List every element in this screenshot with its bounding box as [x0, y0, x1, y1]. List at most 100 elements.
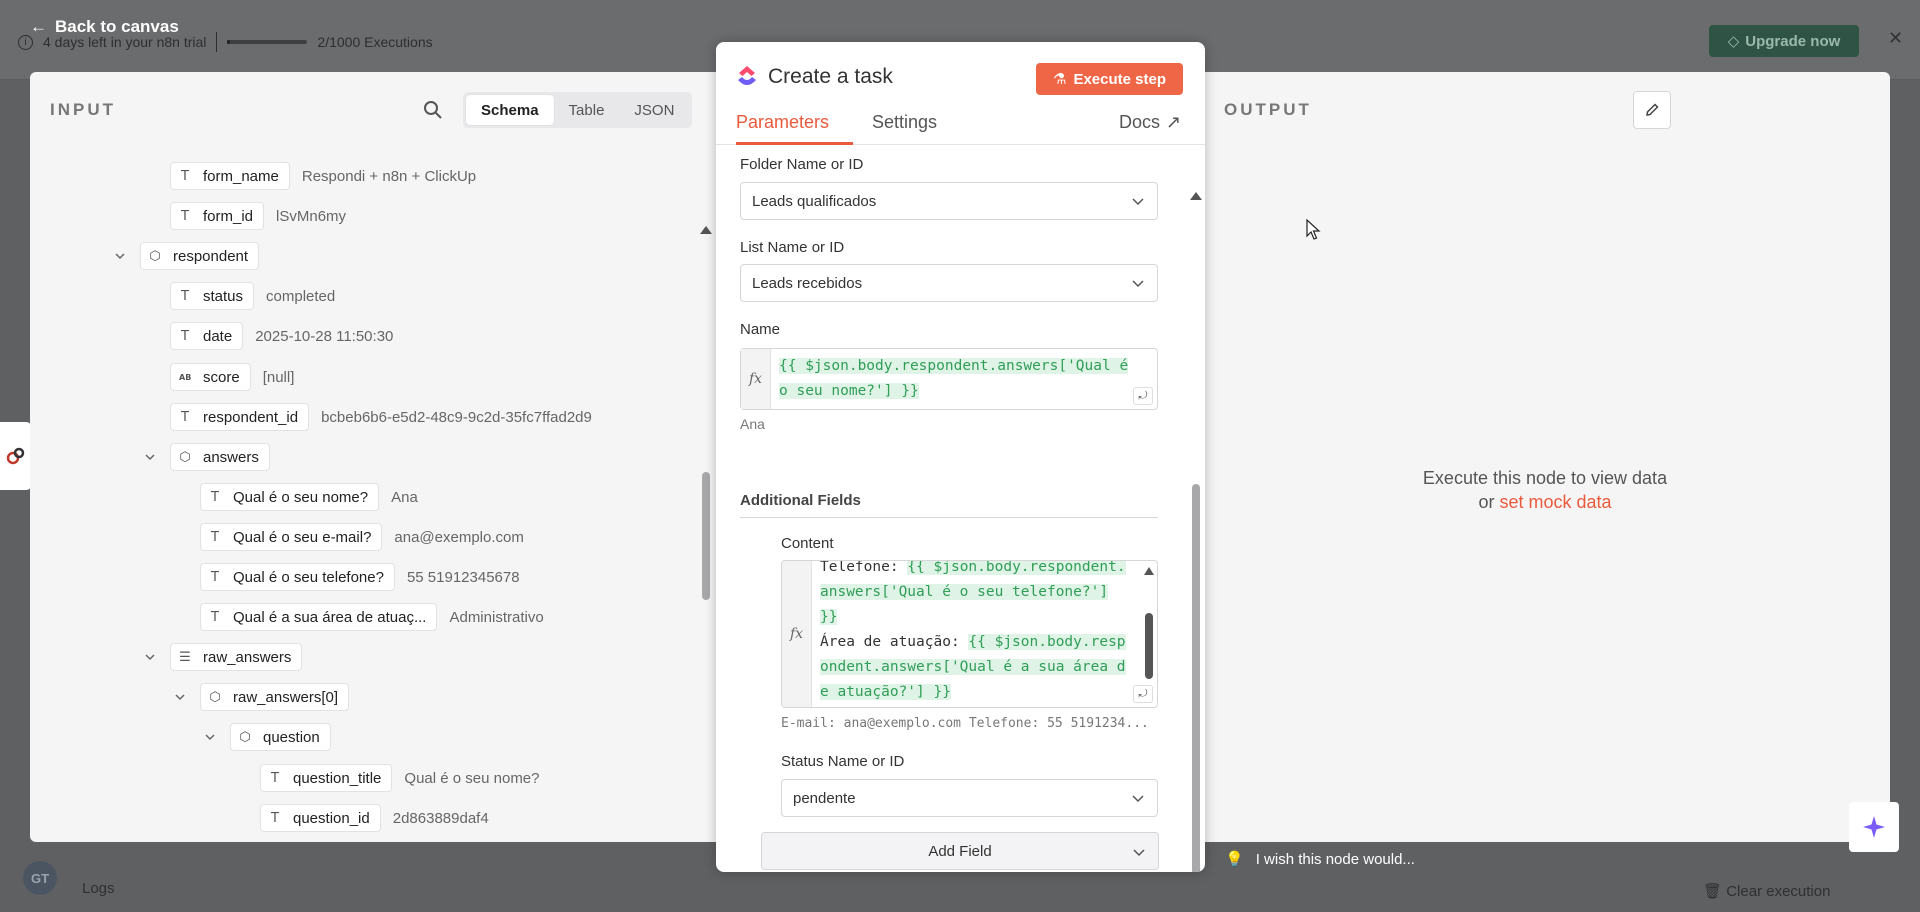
schema-row: T Qual é o seu telefone? 55 51912345678 — [200, 562, 520, 592]
scroll-thumb[interactable] — [702, 472, 710, 600]
tab-schema[interactable]: Schema — [466, 95, 554, 125]
schema-key: form_id — [203, 207, 254, 225]
docs-link[interactable]: Docs ↗ — [1119, 112, 1181, 133]
schema-value: 2d863889daf4 — [392, 809, 489, 827]
add-field-button[interactable]: Add Field — [761, 832, 1159, 870]
arrow-left-icon: ← — [30, 17, 47, 36]
schema-field-pill[interactable]: ☰ raw_answers — [170, 643, 303, 671]
output-msg-or: or — [1478, 492, 1500, 512]
chevron-down-icon[interactable] — [140, 651, 160, 663]
output-empty-message: Execute this node to view data or set mo… — [1200, 466, 1890, 514]
schema-field-pill[interactable]: T Qual é o seu telefone? — [200, 563, 395, 591]
folder-select[interactable]: Leads qualificados — [740, 182, 1158, 220]
text-type-icon: T — [181, 328, 189, 344]
schema-key: status — [203, 287, 244, 305]
schema-field-pill[interactable]: ⬡ question — [230, 723, 331, 751]
chevron-down-icon[interactable] — [200, 731, 220, 743]
schema-field-pill[interactable]: T Qual é o seu nome? — [200, 483, 380, 511]
schema-field-pill[interactable]: Tdate — [170, 322, 244, 350]
add-field-label: Add Field — [928, 842, 992, 860]
tab-table[interactable]: Table — [554, 95, 620, 125]
tab-settings[interactable]: Settings — [872, 112, 937, 145]
content-l1-plain: Telefone: — [820, 560, 908, 575]
chevron-down-icon[interactable] — [110, 250, 130, 262]
expand-icon[interactable]: ⤾ — [1133, 387, 1153, 405]
schema-row: ⬡ answers — [140, 442, 270, 472]
list-type-icon: ☰ — [179, 649, 191, 665]
webhook-node-icon[interactable] — [0, 422, 32, 490]
upgrade-label: Upgrade now — [1745, 32, 1841, 50]
docs-label: Docs — [1119, 112, 1161, 132]
execute-step-button[interactable]: ⚗ Execute step — [1036, 63, 1183, 95]
schema-field-pill[interactable]: T Qual é o seu e-mail? — [200, 523, 383, 551]
schema-field-pill[interactable]: T Qual é a sua área de atuaç... — [200, 603, 438, 631]
schema-field-pill[interactable]: Tquestion_id — [260, 804, 381, 832]
upgrade-button[interactable]: ◇ Upgrade now — [1709, 25, 1859, 57]
schema-field-pill[interactable]: ⬡ respondent — [140, 242, 260, 270]
schema-row: Tdate 2025-10-28 11:50:30 — [170, 321, 393, 351]
edit-output-button[interactable] — [1633, 91, 1671, 129]
chevron-down-icon — [1132, 280, 1144, 288]
diamond-icon: ◇ — [1727, 33, 1740, 50]
close-icon[interactable]: ✕ — [1888, 28, 1903, 49]
expand-icon[interactable]: ⤾ — [1133, 685, 1153, 703]
schema-field-pill[interactable]: ⬡ raw_answers[0] — [200, 683, 350, 711]
schema-field-pill[interactable]: Trespondent_id — [170, 403, 310, 431]
schema-field-pill[interactable]: Tstatus — [170, 282, 255, 310]
list-label: List Name or ID — [740, 239, 845, 256]
chevron-down-icon[interactable] — [140, 451, 160, 463]
text-type-icon: T — [181, 409, 189, 425]
sparkle-icon — [1863, 816, 1885, 838]
logs-label[interactable]: Logs — [82, 880, 115, 897]
output-panel: OUTPUT — [1200, 72, 1890, 842]
schema-field-pill[interactable]: Tform_name — [170, 162, 290, 190]
scroll-thumb[interactable] — [1192, 484, 1200, 872]
input-panel: INPUT Schema Table JSON Tform_name Respon… — [30, 72, 720, 842]
node-details-modal: Create a task ⚗ Execute step Parameters … — [716, 42, 1205, 872]
schema-field-pill[interactable]: Tform_id — [170, 202, 265, 230]
mouse-cursor-icon — [1306, 218, 1322, 246]
content-scroll-thumb[interactable] — [1145, 613, 1153, 679]
clickup-logo-icon — [736, 64, 758, 93]
text-type-icon: T — [181, 168, 189, 184]
name-expression-field[interactable]: fx {{ $json.body.respondent.answers['Qua… — [740, 348, 1158, 410]
name-label: Name — [740, 321, 781, 338]
input-scrollbar[interactable] — [699, 152, 713, 842]
schema-field-pill[interactable]: Tquestion_title — [260, 764, 393, 792]
schema-key: Qual é o seu e-mail? — [233, 528, 372, 546]
object-type-icon: ⬡ — [239, 729, 251, 745]
clear-execution-button[interactable]: 🗑 Clear execution — [1703, 882, 1830, 900]
schema-key: form_name — [203, 167, 279, 185]
schema-row: Tquestion_id 2d863889daf4 — [260, 803, 489, 833]
text-type-icon: T — [271, 810, 279, 826]
chevron-down-icon[interactable] — [170, 691, 190, 703]
tab-json[interactable]: JSON — [619, 95, 689, 125]
status-value: pendente — [793, 789, 856, 807]
search-icon[interactable] — [423, 100, 443, 125]
list-select[interactable]: Leads recebidos — [740, 264, 1158, 302]
schema-row: T Qual é a sua área de atuaç... Administra… — [200, 602, 544, 632]
ai-assistant-button[interactable] — [1849, 802, 1899, 852]
content-expression-field[interactable]: fx Telefone: {{ $json.body.respondent. a… — [781, 560, 1158, 708]
status-select[interactable]: pendente — [781, 779, 1158, 817]
text-type-icon: T — [211, 569, 219, 585]
node-title[interactable]: Create a task — [768, 65, 893, 89]
schema-field-pill[interactable]: AB score — [170, 363, 251, 391]
text-type-icon: T — [211, 609, 219, 625]
schema-field-pill[interactable]: ⬡ answers — [170, 443, 270, 471]
back-to-canvas-button[interactable]: ← Back to canvas — [30, 17, 179, 37]
set-mock-data-link[interactable]: set mock data — [1499, 492, 1611, 512]
parameters-scrollbar[interactable] — [1189, 146, 1203, 872]
schema-row: Tform_id lSvMn6my — [170, 201, 346, 231]
wish-feedback[interactable]: 💡 I wish this node would... — [1225, 850, 1415, 869]
additional-fields-label: Additional Fields — [740, 492, 861, 509]
tab-parameters[interactable]: Parameters — [736, 112, 853, 145]
avatar[interactable]: GT — [23, 861, 57, 895]
scroll-up-arrow[interactable] — [700, 226, 712, 234]
chevron-down-icon — [1132, 795, 1144, 803]
scroll-up-arrow[interactable] — [1190, 192, 1202, 200]
schema-row: ⬡ raw_answers[0] — [170, 682, 350, 712]
schema-key: question_title — [293, 769, 382, 787]
text-type-icon: T — [211, 489, 219, 505]
schema-row: ⬡ question — [200, 722, 331, 752]
